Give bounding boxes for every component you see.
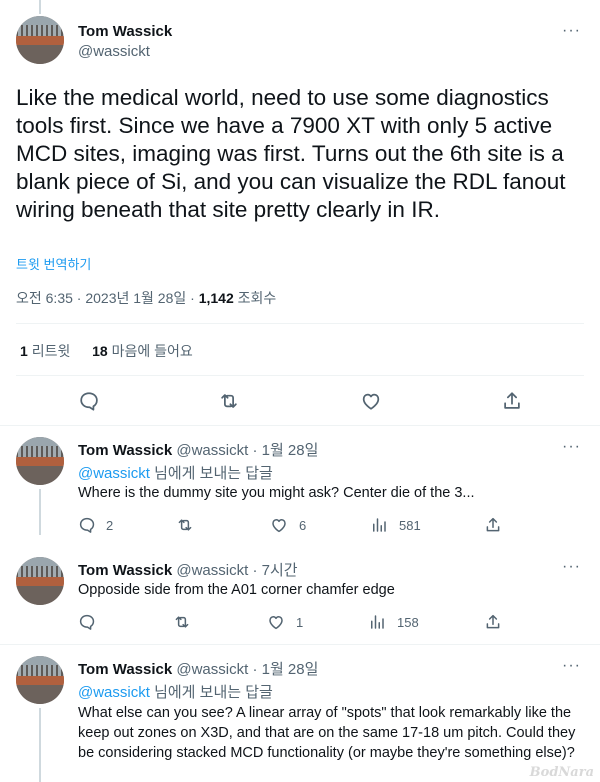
retweet-icon[interactable] <box>176 516 194 534</box>
reply-to-suffix: 님에게 보내는 답글 <box>149 684 273 701</box>
views-label: 조회수 <box>237 290 277 306</box>
reply-icon[interactable] <box>78 390 100 412</box>
author-meta[interactable]: @wassickt · 1월 28일 <box>176 661 318 678</box>
reply-text: What else can you see? A linear array of… <box>78 705 576 761</box>
avatar[interactable] <box>16 437 64 485</box>
avatar[interactable] <box>16 557 64 605</box>
author-name[interactable]: Tom Wassick <box>78 442 172 459</box>
like-icon[interactable] <box>267 613 285 631</box>
likes-stat[interactable]: 18 마음에 들어요 <box>92 343 193 359</box>
author-name[interactable]: Tom Wassick <box>78 661 172 678</box>
author-meta[interactable]: @wassickt · 1월 28일 <box>176 442 318 459</box>
translate-tweet-link[interactable]: 트윗 번역하기 <box>16 254 91 273</box>
avatar[interactable] <box>16 16 64 64</box>
reply-to-handle-link[interactable]: @wassickt <box>78 465 150 482</box>
tweet-time[interactable]: 오전 6:35 · 2023년 1월 28일 <box>16 290 186 306</box>
likes-label: 마음에 들어요 <box>111 343 193 359</box>
retweets-count: 1 <box>20 343 28 359</box>
like-icon[interactable] <box>270 516 288 534</box>
views-count: 1,142 <box>198 290 234 306</box>
reply-header: Tom Wassick @wassickt · 1월 28일 <box>78 439 318 460</box>
author-name[interactable]: Tom Wassick <box>78 23 172 40</box>
like-count: 6 <box>299 518 307 533</box>
reply-header: Tom Wassick @wassickt · 1월 28일 <box>78 658 318 679</box>
more-options-icon[interactable]: ··· <box>562 657 581 675</box>
reply-text: Opposide side from the A01 corner chamfe… <box>78 582 395 598</box>
divider <box>0 644 600 645</box>
share-icon[interactable] <box>501 390 523 412</box>
avatar[interactable] <box>16 656 64 704</box>
thread-connector <box>39 489 41 535</box>
divider <box>0 425 600 426</box>
retweets-stat[interactable]: 1 리트윗 <box>20 343 70 359</box>
reply-to-handle-link[interactable]: @wassickt <box>78 684 150 701</box>
share-icon[interactable] <box>484 613 502 631</box>
reply-text: Where is the dummy site you might ask? C… <box>78 485 475 501</box>
retweet-icon[interactable] <box>218 390 240 412</box>
more-options-icon[interactable]: ··· <box>562 438 581 456</box>
author-handle[interactable]: @wassickt <box>78 43 150 60</box>
retweets-label: 리트윗 <box>31 343 71 359</box>
watermark-logo: BodNara <box>529 765 594 780</box>
thread-connector <box>39 708 41 782</box>
replying-to: @wassickt 님에게 보내는 답글 <box>78 462 273 483</box>
tweet-text: Like the medical world, need to use some… <box>16 85 566 222</box>
like-icon[interactable] <box>360 390 382 412</box>
divider <box>16 323 584 324</box>
reply-header: Tom Wassick @wassickt · 7시간 <box>78 559 298 580</box>
views-icon[interactable] <box>370 516 388 534</box>
author-meta[interactable]: @wassickt · 7시간 <box>176 562 297 579</box>
view-count: 581 <box>399 518 421 533</box>
replying-to: @wassickt 님에게 보내는 답글 <box>78 681 273 702</box>
reply-to-suffix: 님에게 보내는 답글 <box>149 465 273 482</box>
more-options-icon[interactable]: ··· <box>562 22 581 40</box>
reply-icon[interactable] <box>78 613 96 631</box>
reply-count: 2 <box>106 518 114 533</box>
likes-count: 18 <box>92 343 108 359</box>
engagement-stats: 1 리트윗 18 마음에 들어요 <box>20 341 193 361</box>
like-count: 1 <box>296 615 304 630</box>
thread-connector <box>39 0 41 14</box>
view-count: 158 <box>397 615 419 630</box>
author-name[interactable]: Tom Wassick <box>78 562 172 579</box>
reply-icon[interactable] <box>78 516 96 534</box>
views-icon[interactable] <box>368 613 386 631</box>
retweet-icon[interactable] <box>173 613 191 631</box>
tweet-timestamp: 오전 6:35 · 2023년 1월 28일 · 1,142 조회수 <box>16 290 277 306</box>
more-options-icon[interactable]: ··· <box>562 558 581 576</box>
divider <box>16 375 584 376</box>
share-icon[interactable] <box>484 516 502 534</box>
